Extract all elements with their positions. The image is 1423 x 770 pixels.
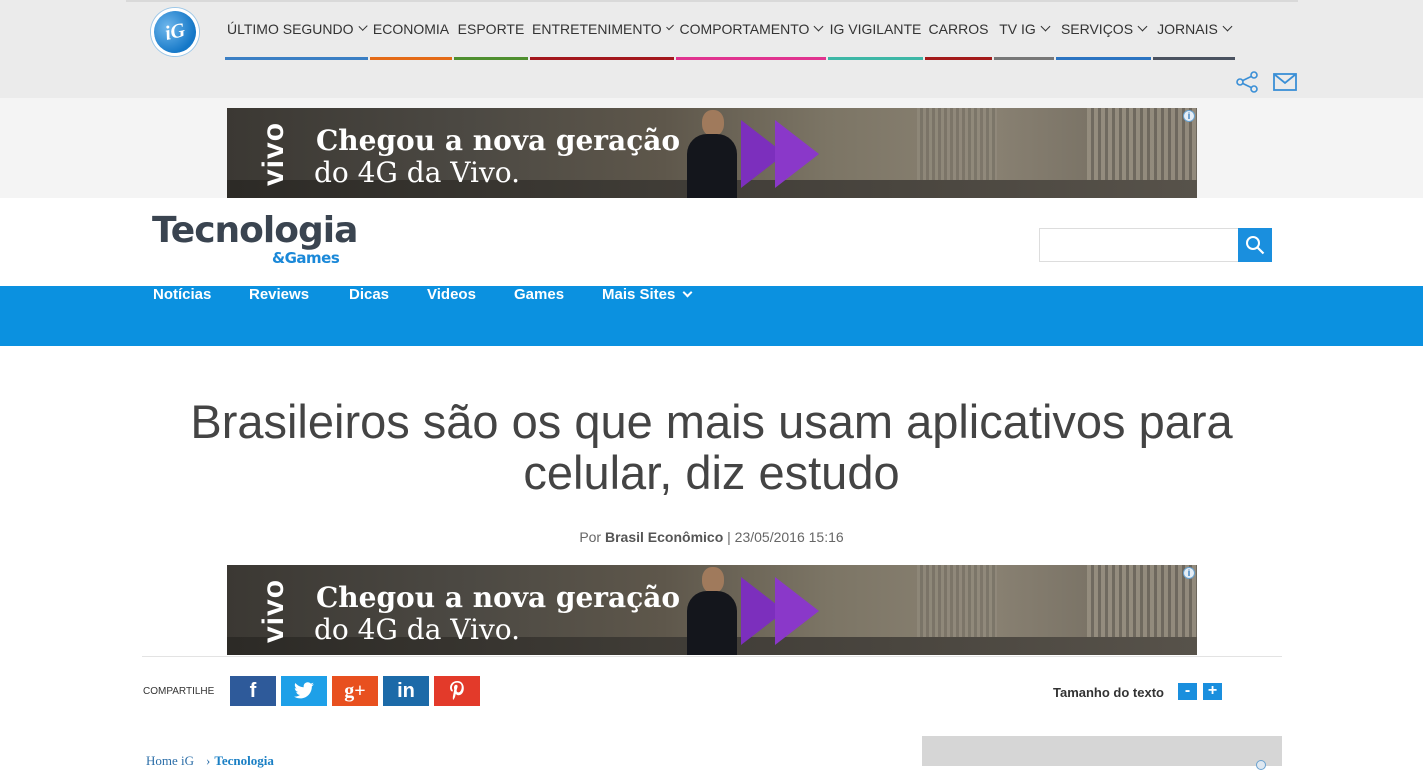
- facebook-share-button[interactable]: f: [230, 676, 276, 706]
- section-nav-reviews[interactable]: Reviews: [249, 286, 309, 346]
- google-plus-share-button[interactable]: g+: [332, 676, 378, 706]
- ad-runner-head: [702, 567, 724, 593]
- divider: [142, 656, 1282, 657]
- ad-brand-text: vivo: [257, 578, 290, 644]
- ad-brand-logo: vivo: [257, 118, 290, 190]
- ig-nav-ig-vigilante[interactable]: IG VIGILANTE: [828, 0, 923, 60]
- article-byline: Por Brasil Econômico | 23/05/2016 15:16: [0, 529, 1423, 545]
- ig-nav-esporte[interactable]: ESPORTE: [454, 0, 528, 60]
- section-nav-label: Mais Sites: [602, 286, 676, 303]
- ad-subheadline: do 4G da Vivo.: [314, 156, 521, 189]
- search-input[interactable]: [1039, 228, 1239, 262]
- ig-logo-text: iG: [162, 18, 187, 45]
- mail-icon[interactable]: [1273, 73, 1297, 91]
- ad-info-icon[interactable]: i: [1183, 567, 1195, 579]
- section-nav-games[interactable]: Games: [514, 286, 564, 346]
- ad-subheadline: do 4G da Vivo.: [314, 613, 521, 646]
- ad-runner-body: [687, 591, 737, 655]
- ig-nav-economia[interactable]: ECONOMIA: [370, 0, 452, 60]
- ad-info-icon[interactable]: [1256, 760, 1266, 770]
- article-headline: Brasileiros são os que mais usam aplicat…: [190, 395, 1233, 499]
- ig-nav-label: ESPORTE: [457, 20, 525, 37]
- top-ad-banner[interactable]: vivo Chegou a nova geração do 4G da Vivo…: [227, 108, 1197, 198]
- ig-nav-label: JORNAIS: [1157, 20, 1218, 37]
- byline-author[interactable]: Brasil Econômico: [605, 529, 723, 545]
- chevron-down-icon: [665, 21, 674, 31]
- pinterest-share-button[interactable]: [434, 676, 480, 706]
- ad-headline: Chegou a nova geração: [316, 581, 681, 614]
- chevron-down-icon: [1040, 21, 1051, 31]
- ad-arrow-icon: [775, 120, 819, 188]
- sidebar-ad[interactable]: [922, 736, 1282, 770]
- ad-brand-logo: vivo: [257, 575, 290, 647]
- breadcrumb: Home iG › Tecnologia: [146, 753, 274, 769]
- text-size-increase-button[interactable]: +: [1203, 683, 1222, 700]
- text-size-label: Tamanho do texto: [1053, 685, 1164, 700]
- facebook-icon: f: [249, 679, 257, 702]
- ad-headline: Chegou a nova geração: [316, 124, 681, 157]
- ig-nav-tv-ig[interactable]: TV IG: [994, 0, 1054, 60]
- ig-nav-carros[interactable]: CARROS: [925, 0, 992, 60]
- ig-nav-label: CARROS: [928, 20, 989, 37]
- pinterest-icon: [450, 681, 464, 700]
- section-nav-dicas[interactable]: Dicas: [349, 286, 389, 346]
- section-nav: Notícias Reviews Dicas Videos Games Mais…: [0, 286, 1423, 346]
- ig-main-nav: ÚLTIMO SEGUNDO ECONOMIA ESPORTE ENTRETEN…: [225, 0, 1237, 60]
- linkedin-icon: in: [397, 679, 415, 702]
- ig-nav-jornais[interactable]: JORNAIS: [1153, 0, 1235, 60]
- section-logo-subtitle[interactable]: &Games: [272, 249, 340, 267]
- ig-nav-label: ENTRETENIMENTO: [532, 20, 662, 37]
- ig-nav-label: IG VIGILANTE: [829, 20, 922, 37]
- twitter-icon: [294, 682, 314, 699]
- byline-date: | 23/05/2016 15:16: [727, 529, 844, 545]
- ig-nav-label: ÚLTIMO SEGUNDO: [227, 20, 354, 37]
- ig-nav-label: ECONOMIA: [372, 20, 450, 37]
- section-nav-videos[interactable]: Videos: [427, 286, 476, 346]
- ig-nav-label: COMPORTAMENTO: [679, 20, 810, 37]
- section-nav-noticias[interactable]: Notícias: [153, 286, 211, 346]
- ad-brand-text: vivo: [257, 121, 290, 187]
- text-size-decrease-button[interactable]: -: [1178, 683, 1197, 700]
- chevron-down-icon: [682, 287, 693, 298]
- byline-prefix: Por: [579, 529, 602, 545]
- chevron-down-icon: [1137, 21, 1148, 31]
- share-label: COMPARTILHE: [143, 686, 215, 697]
- chevron-down-icon: [814, 21, 824, 31]
- ig-nav-label: TV IG: [999, 20, 1036, 37]
- google-plus-icon: g+: [344, 679, 366, 702]
- twitter-share-button[interactable]: [281, 676, 327, 706]
- linkedin-share-button[interactable]: in: [383, 676, 429, 706]
- ad-arrow-icon: [775, 577, 819, 645]
- ad-runner-image: [677, 565, 747, 655]
- ad-runner-body: [687, 134, 737, 198]
- share-icon[interactable]: [1235, 71, 1259, 93]
- ig-nav-servicos[interactable]: SERVIÇOS: [1056, 0, 1151, 60]
- ad-info-icon[interactable]: i: [1183, 110, 1195, 122]
- article-ad-banner[interactable]: vivo Chegou a nova geração do 4G da Vivo…: [227, 565, 1197, 655]
- section-nav-mais-sites[interactable]: Mais Sites: [602, 286, 693, 346]
- ig-nav-comportamento[interactable]: COMPORTAMENTO: [676, 0, 826, 60]
- section-logo-title[interactable]: Tecnologia: [152, 210, 358, 251]
- search-icon: [1246, 236, 1265, 255]
- chevron-down-icon: [358, 21, 368, 31]
- ig-nav-ultimo-segundo[interactable]: ÚLTIMO SEGUNDO: [225, 0, 368, 60]
- ig-nav-label: SERVIÇOS: [1060, 20, 1134, 37]
- ad-runner-head: [702, 110, 724, 136]
- ad-runner-image: [677, 108, 747, 198]
- ig-nav-entretenimento[interactable]: ENTRETENIMENTO: [530, 0, 674, 60]
- search-button[interactable]: [1238, 228, 1272, 262]
- chevron-down-icon: [1222, 21, 1233, 31]
